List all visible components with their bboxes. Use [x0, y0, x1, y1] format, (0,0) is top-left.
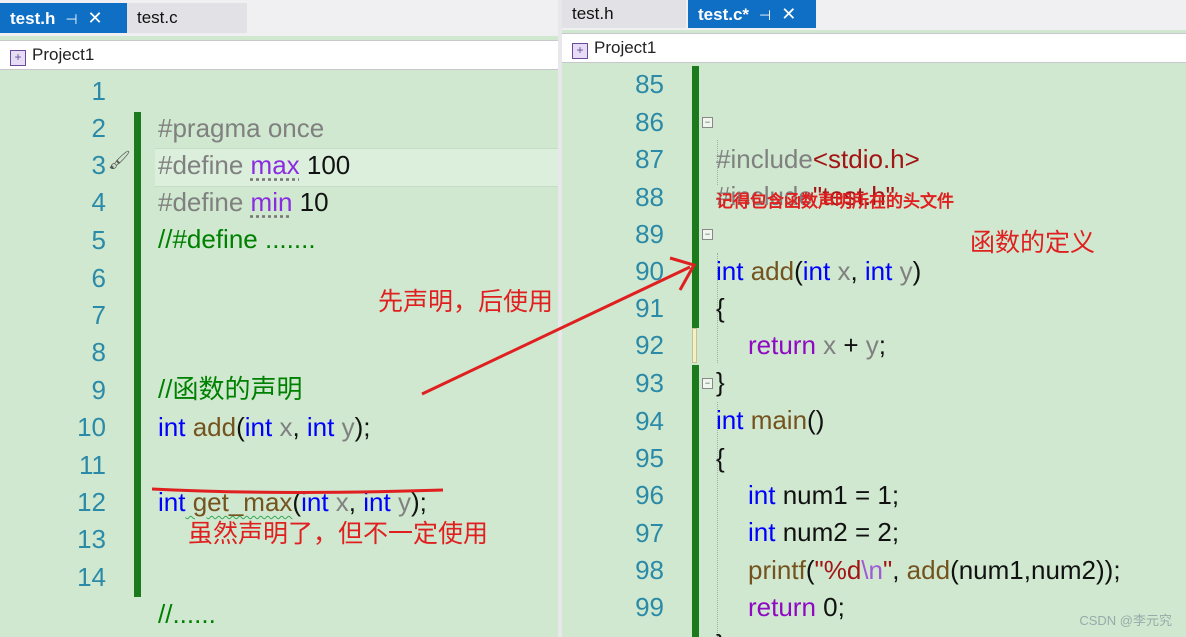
project-label: Project1 — [594, 38, 657, 57]
code-text: } — [716, 626, 725, 637]
project-icon: + — [572, 43, 588, 59]
line-number: 93 — [0, 365, 1186, 402]
tab-label: test.c* — [698, 5, 750, 24]
line-number: 85 — [0, 66, 1186, 103]
line-number-text: 86 — [635, 107, 664, 137]
annotation-include-note: 记得包含函数声明所在的头文件 — [716, 192, 954, 212]
line-number: 88 — [0, 179, 1186, 216]
line-number: 97 — [0, 515, 1186, 552]
annotation-declare-first: 先声明，后使用 — [378, 287, 554, 316]
line-number-text: 97 — [635, 518, 664, 548]
line-number-text: 96 — [635, 480, 664, 510]
project-label: Project1 — [32, 45, 95, 64]
tab-test-h[interactable]: test.h — [562, 0, 686, 28]
line-number: 87 — [0, 141, 1186, 178]
line-number-text: 88 — [635, 182, 664, 212]
line-number-text: 85 — [635, 69, 664, 99]
tab-test-h[interactable]: test.h ⊣ ✕ — [0, 3, 127, 33]
line-number-text: 95 — [635, 443, 664, 473]
line-number: 98 — [0, 552, 1186, 589]
tab-test-c[interactable]: test.c — [127, 3, 247, 33]
pin-icon[interactable]: ⊣ — [65, 11, 77, 27]
project-dropdown[interactable]: + Project1 — [562, 33, 1186, 63]
tab-label: test.h — [572, 4, 614, 23]
line-number-text: 98 — [635, 555, 664, 585]
line-number-text: 91 — [635, 293, 664, 323]
annotation-definition: 函数的定义 — [970, 228, 1096, 257]
line-number: 91 — [0, 290, 1186, 327]
left-tab-bar: test.h ⊣ ✕ test.c — [0, 0, 560, 36]
watermark: CSDN @李元究 — [1079, 613, 1172, 628]
tab-label: test.h — [10, 9, 56, 28]
line-number: 94 — [0, 403, 1186, 440]
line-number-text: 90 — [635, 256, 664, 286]
line-number-text: 93 — [635, 368, 664, 398]
line-number: 96 — [0, 477, 1186, 514]
line-number-text: 94 — [635, 406, 664, 436]
line-number-text: 99 — [635, 592, 664, 622]
right-tab-bar: test.h test.c* ⊣ ✕ — [562, 0, 1186, 30]
line-number: 99 — [0, 589, 1186, 626]
tab-test-c[interactable]: test.c* ⊣ ✕ — [688, 0, 816, 28]
annotation-declared-not-used: 虽然声明了，但不一定使用 — [188, 519, 489, 548]
close-icon[interactable]: ✕ — [781, 4, 796, 24]
project-icon: + — [10, 50, 26, 66]
line-number-text: 89 — [635, 219, 664, 249]
line-number-text: 92 — [635, 330, 664, 360]
line-number-text: 87 — [635, 144, 664, 174]
line-number: 86 — [0, 104, 1186, 141]
tab-label: test.c — [137, 8, 178, 27]
line-number: 92 — [0, 327, 1186, 364]
line-number: 95 — [0, 440, 1186, 477]
pin-icon[interactable]: ⊣ — [759, 7, 771, 23]
close-icon[interactable]: ✕ — [88, 8, 103, 28]
